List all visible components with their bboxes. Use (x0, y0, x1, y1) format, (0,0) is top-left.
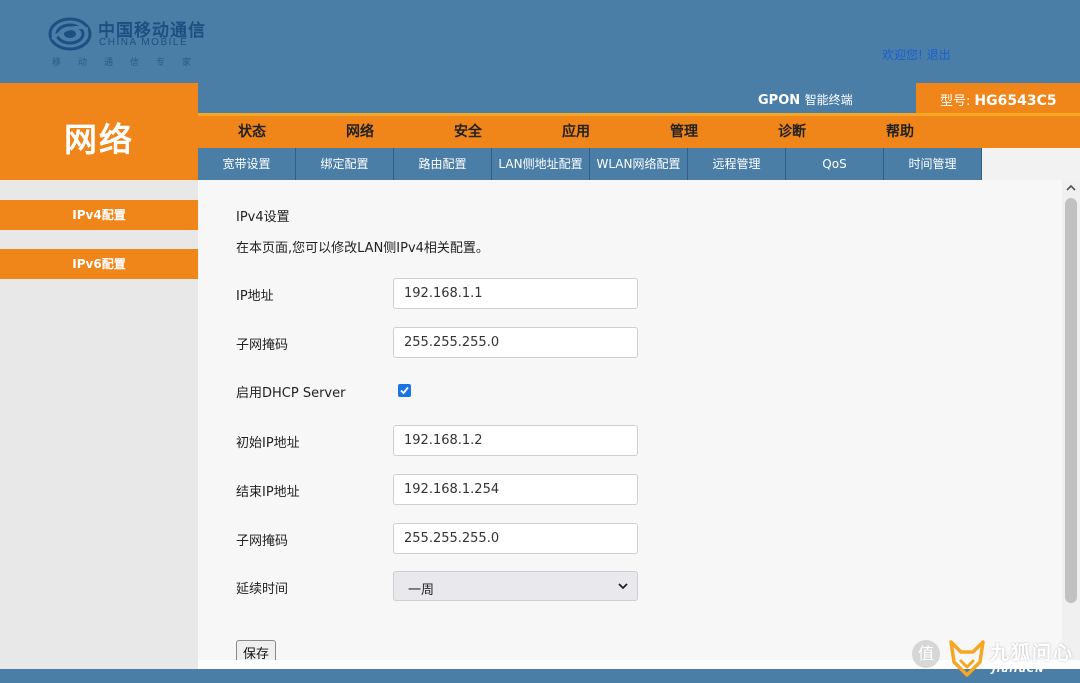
lease-time-value: 一周 (408, 583, 435, 598)
logout-link[interactable]: 退出 (927, 48, 951, 62)
fox-logo-icon (949, 640, 985, 677)
model-info: 型号: HG6543C5 (940, 90, 1057, 109)
subnav-binding[interactable]: 绑定配置 (296, 148, 394, 181)
content-panel: IPv4设置 在本页面,您可以修改LAN侧IPv4相关配置。 IP地址 子网掩码… (198, 180, 1062, 660)
welcome-area: 欢迎您! 退出 (882, 46, 951, 63)
logo-english-name: CHINA MOBILE (99, 37, 189, 48)
dhcp-checkbox[interactable] (398, 384, 411, 397)
nav-help[interactable]: 帮助 (846, 116, 954, 148)
start-ip-label: 初始IP地址 (236, 436, 300, 451)
nav-network[interactable]: 网络 (306, 116, 414, 148)
logo-tagline: 移动通信专家 (52, 58, 209, 68)
watermark-subtext: JiuHuCN (992, 664, 1045, 675)
subnav-broadband[interactable]: 宽带设置 (198, 148, 296, 181)
watermark: 值 九狐问心 JiuHuCN (912, 634, 1080, 683)
save-button[interactable]: 保存 (236, 640, 276, 660)
end-ip-input[interactable] (393, 474, 638, 505)
check-icon (400, 386, 409, 395)
nav-security[interactable]: 安全 (414, 116, 522, 148)
main-nav: 状态 网络 安全 应用 管理 诊断 帮助 (198, 116, 1080, 148)
subnav-remote[interactable]: 远程管理 (688, 148, 786, 181)
watermark-text: 九狐问心 (990, 642, 1075, 664)
dhcp-subnet-mask-input[interactable] (393, 523, 638, 554)
end-ip-label: 结束IP地址 (236, 485, 300, 500)
section-header: 网络 (0, 83, 198, 180)
lease-time-select[interactable]: 一周 (393, 571, 638, 601)
subnav-routing[interactable]: 路由配置 (394, 148, 492, 181)
subnet-mask-label: 子网掩码 (236, 338, 289, 353)
model-label: 型号: (940, 94, 971, 109)
form-description: 在本页面,您可以修改LAN侧IPv4相关配置。 (236, 241, 489, 256)
ip-label: IP地址 (236, 289, 274, 304)
lease-time-label: 延续时间 (236, 582, 289, 597)
nav-status[interactable]: 状态 (198, 116, 306, 148)
start-ip-input[interactable] (393, 425, 638, 456)
device-type: GPON 智能终端 (758, 91, 853, 108)
scrollbar[interactable] (1062, 180, 1080, 660)
sidebar-item-ipv6[interactable]: IPv6配置 (0, 249, 198, 279)
sidebar-item-ipv4[interactable]: IPv4配置 (0, 200, 198, 230)
ip-address-input[interactable] (393, 278, 638, 309)
sidebar: IPv4配置 IPv6配置 (0, 180, 198, 669)
model-value: HG6543C5 (974, 93, 1057, 109)
scroll-thumb[interactable] (1065, 198, 1077, 603)
gpon-sub-label: 智能终端 (804, 93, 853, 107)
subnav-time[interactable]: 时间管理 (884, 148, 982, 181)
nav-application[interactable]: 应用 (522, 116, 630, 148)
subnav-qos[interactable]: QoS (786, 148, 884, 181)
subnav-lan-address[interactable]: LAN侧地址配置 (492, 148, 590, 181)
dhcp-subnet-mask-label: 子网掩码 (236, 534, 289, 549)
device-info-bar: GPON 智能终端 型号: HG6543C5 (198, 83, 1080, 116)
header: 中国移动通信 CHINA MOBILE 移动通信专家 欢迎您! 退出 (0, 0, 1080, 83)
subnet-mask-input[interactable] (393, 327, 638, 358)
sub-nav: 宽带设置 绑定配置 路由配置 LAN侧地址配置 WLAN网络配置 远程管理 Qo… (198, 148, 1080, 181)
section-title: 网络 (64, 120, 134, 159)
nav-management[interactable]: 管理 (630, 116, 738, 148)
brand-logo: 中国移动通信 CHINA MOBILE 移动通信专家 (48, 14, 218, 74)
nav-diagnostics[interactable]: 诊断 (738, 116, 846, 148)
china-mobile-logo-icon (48, 17, 92, 51)
scroll-up-arrow-icon[interactable] (1066, 183, 1076, 193)
welcome-text: 欢迎您! (882, 48, 923, 62)
subnav-wlan[interactable]: WLAN网络配置 (590, 148, 688, 181)
dhcp-label: 启用DHCP Server (236, 386, 346, 401)
gpon-label: GPON (758, 93, 801, 108)
watermark-badge: 值 (912, 640, 940, 668)
chevron-down-icon (618, 583, 628, 590)
form-heading: IPv4设置 (236, 210, 290, 225)
model-box: 型号: HG6543C5 (916, 83, 1080, 113)
